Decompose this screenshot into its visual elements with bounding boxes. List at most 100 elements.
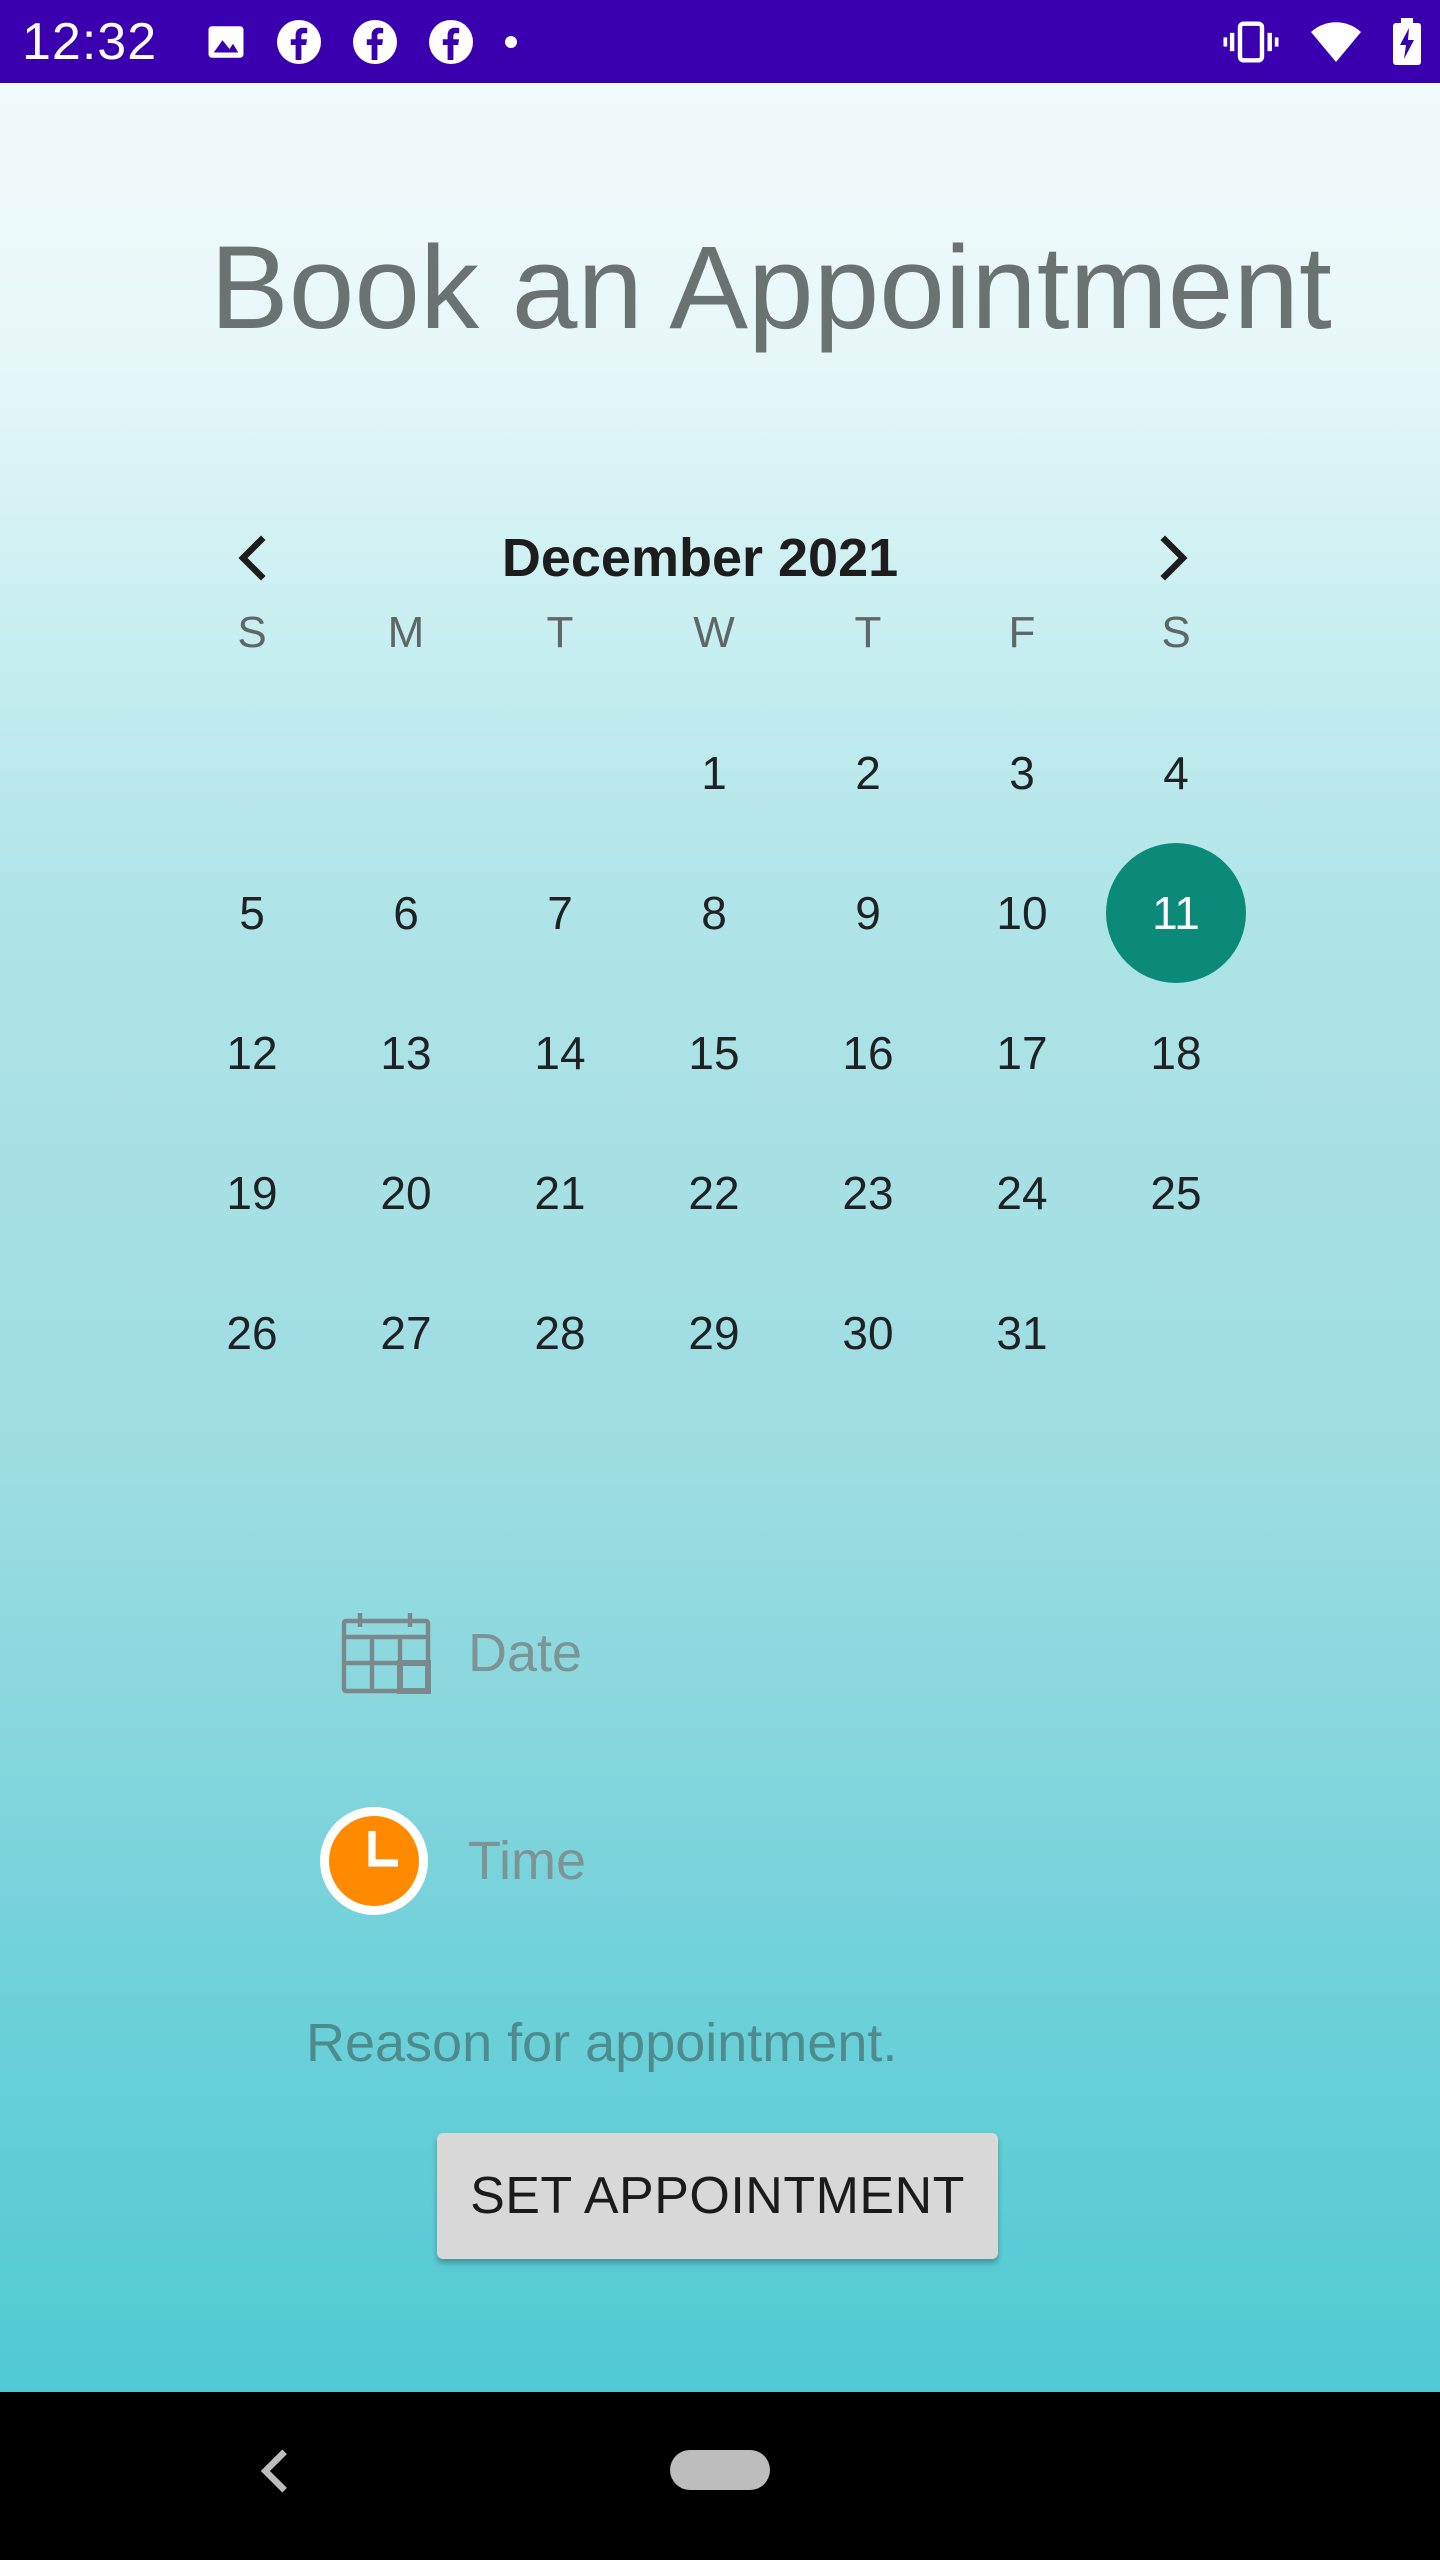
date-label: Date (468, 1623, 583, 1683)
calendar-day[interactable]: 13 (336, 983, 476, 1123)
calendar-day[interactable]: 18 (1106, 983, 1246, 1123)
calendar-day[interactable]: 8 (644, 843, 784, 983)
back-icon[interactable] (255, 2446, 295, 2496)
calendar-day[interactable]: 19 (182, 1123, 322, 1263)
weekday-label: S (237, 608, 267, 657)
calendar-day-number: 7 (547, 887, 573, 939)
weekday-label: M (387, 608, 425, 657)
date-field[interactable]: Date (340, 1593, 582, 1713)
calendar-day[interactable]: 1 (644, 703, 784, 843)
calendar-day[interactable]: 2 (798, 703, 938, 843)
status-bar: 12:32 (0, 0, 1440, 83)
calendar-day[interactable]: 24 (952, 1123, 1092, 1263)
calendar-day-number: 2 (855, 747, 881, 799)
calendar-day-number: 18 (1150, 1027, 1202, 1079)
dot-icon (505, 36, 517, 48)
notification-icons (205, 18, 519, 66)
calendar-week-row: 26 27 28 29 30 31 (0, 1263, 1440, 1403)
calendar-day[interactable]: 26 (182, 1263, 322, 1403)
calendar-day[interactable]: 25 (1106, 1123, 1246, 1263)
reason-input[interactable]: Reason for appointment. (306, 2003, 897, 2083)
calendar-day-number: 6 (393, 887, 419, 939)
calendar-day[interactable]: 10 (952, 843, 1092, 983)
time-field[interactable]: Time (318, 1801, 586, 1921)
calendar-day-number: 19 (226, 1167, 278, 1219)
calendar-day-selected[interactable]: 11 (1106, 843, 1246, 983)
calendar-day[interactable]: 21 (490, 1123, 630, 1263)
time-label: Time (468, 1831, 586, 1891)
home-button[interactable] (670, 2450, 770, 2490)
calendar-week-row: 19 20 21 22 23 24 25 (0, 1123, 1440, 1263)
wifi-icon (1311, 22, 1361, 62)
calendar-day[interactable]: 22 (644, 1123, 784, 1263)
calendar-day-number: 23 (842, 1167, 894, 1219)
calendar-day-number: 25 (1150, 1167, 1202, 1219)
calendar-day[interactable]: 12 (182, 983, 322, 1123)
calendar-day[interactable]: 28 (490, 1263, 630, 1403)
calendar-icon (341, 1613, 431, 1694)
calendar-day-number: 1 (701, 747, 727, 799)
vibrate-icon (1223, 21, 1279, 63)
calendar-day[interactable]: 3 (952, 703, 1092, 843)
calendar-day-number: 8 (701, 887, 727, 939)
weekday-label: T (854, 608, 882, 657)
clock-icon (320, 1807, 428, 1915)
calendar-day-number: 5 (239, 887, 265, 939)
calendar-day-number: 14 (534, 1027, 586, 1079)
status-time: 12:32 (22, 13, 158, 71)
calendar-day-number: 12 (226, 1027, 278, 1079)
facebook-icon (277, 20, 321, 64)
calendar-day-number: 3 (1009, 747, 1035, 799)
facebook-icon (353, 20, 397, 64)
calendar-day-number: 27 (380, 1307, 432, 1359)
facebook-icon (429, 20, 473, 64)
calendar-day-number: 10 (996, 887, 1048, 939)
calendar-day-number: 24 (996, 1167, 1048, 1219)
calendar-day[interactable]: 20 (336, 1123, 476, 1263)
calendar-week-row: 5 6 7 8 9 10 11 (0, 843, 1440, 983)
calendar-day-number: 29 (688, 1307, 740, 1359)
calendar-day[interactable]: 31 (952, 1263, 1092, 1403)
calendar-day[interactable]: 27 (336, 1263, 476, 1403)
calendar-day-number: 11 (1152, 887, 1200, 939)
calendar-day[interactable]: 30 (798, 1263, 938, 1403)
calendar-day-number: 21 (534, 1167, 586, 1219)
calendar-day[interactable]: 17 (952, 983, 1092, 1123)
calendar-day[interactable]: 15 (644, 983, 784, 1123)
calendar-week-row: 12 13 14 15 16 17 18 (0, 983, 1440, 1123)
calendar-day[interactable]: 16 (798, 983, 938, 1123)
calendar-day-number: 30 (842, 1307, 894, 1359)
calendar-day-number: 20 (380, 1167, 432, 1219)
calendar-day[interactable]: 4 (1106, 703, 1246, 843)
calendar-day-number: 13 (380, 1027, 432, 1079)
calendar-day[interactable]: 6 (336, 843, 476, 983)
calendar-day-number: 15 (688, 1027, 740, 1079)
weekday-label: W (693, 608, 735, 657)
calendar-day[interactable]: 9 (798, 843, 938, 983)
calendar-day-number: 26 (226, 1307, 278, 1359)
calendar-day-number: 22 (688, 1167, 740, 1219)
calendar-day[interactable]: 7 (490, 843, 630, 983)
calendar-day[interactable]: 14 (490, 983, 630, 1123)
set-appointment-button[interactable]: SET APPOINTMENT (437, 2133, 998, 2259)
weekday-label: T (546, 608, 574, 657)
calendar-day-number: 4 (1163, 747, 1189, 799)
calendar-day[interactable]: 29 (644, 1263, 784, 1403)
calendar-day-number: 17 (996, 1027, 1048, 1079)
battery-charging-icon (1393, 18, 1421, 65)
weekday-label: S (1161, 608, 1191, 657)
calendar-day[interactable]: 23 (798, 1123, 938, 1263)
weekday-label: F (1008, 608, 1036, 657)
image-icon (208, 26, 244, 58)
weekday-header-row: S M T W T F S (0, 563, 1440, 703)
calendar-week-row: 1 2 3 4 (0, 703, 1440, 843)
calendar-day-number: 16 (842, 1027, 894, 1079)
calendar-day-number: 31 (996, 1307, 1048, 1359)
calendar-day-number: 9 (855, 887, 881, 939)
calendar-day-number: 28 (534, 1307, 586, 1359)
calendar-day[interactable]: 5 (182, 843, 322, 983)
system-icons (1222, 18, 1422, 66)
navigation-bar (0, 2392, 1440, 2560)
page-title: Book an Appointment (210, 222, 1332, 354)
app-screen: Book an Appointment December 2021 S M T … (0, 83, 1440, 2392)
